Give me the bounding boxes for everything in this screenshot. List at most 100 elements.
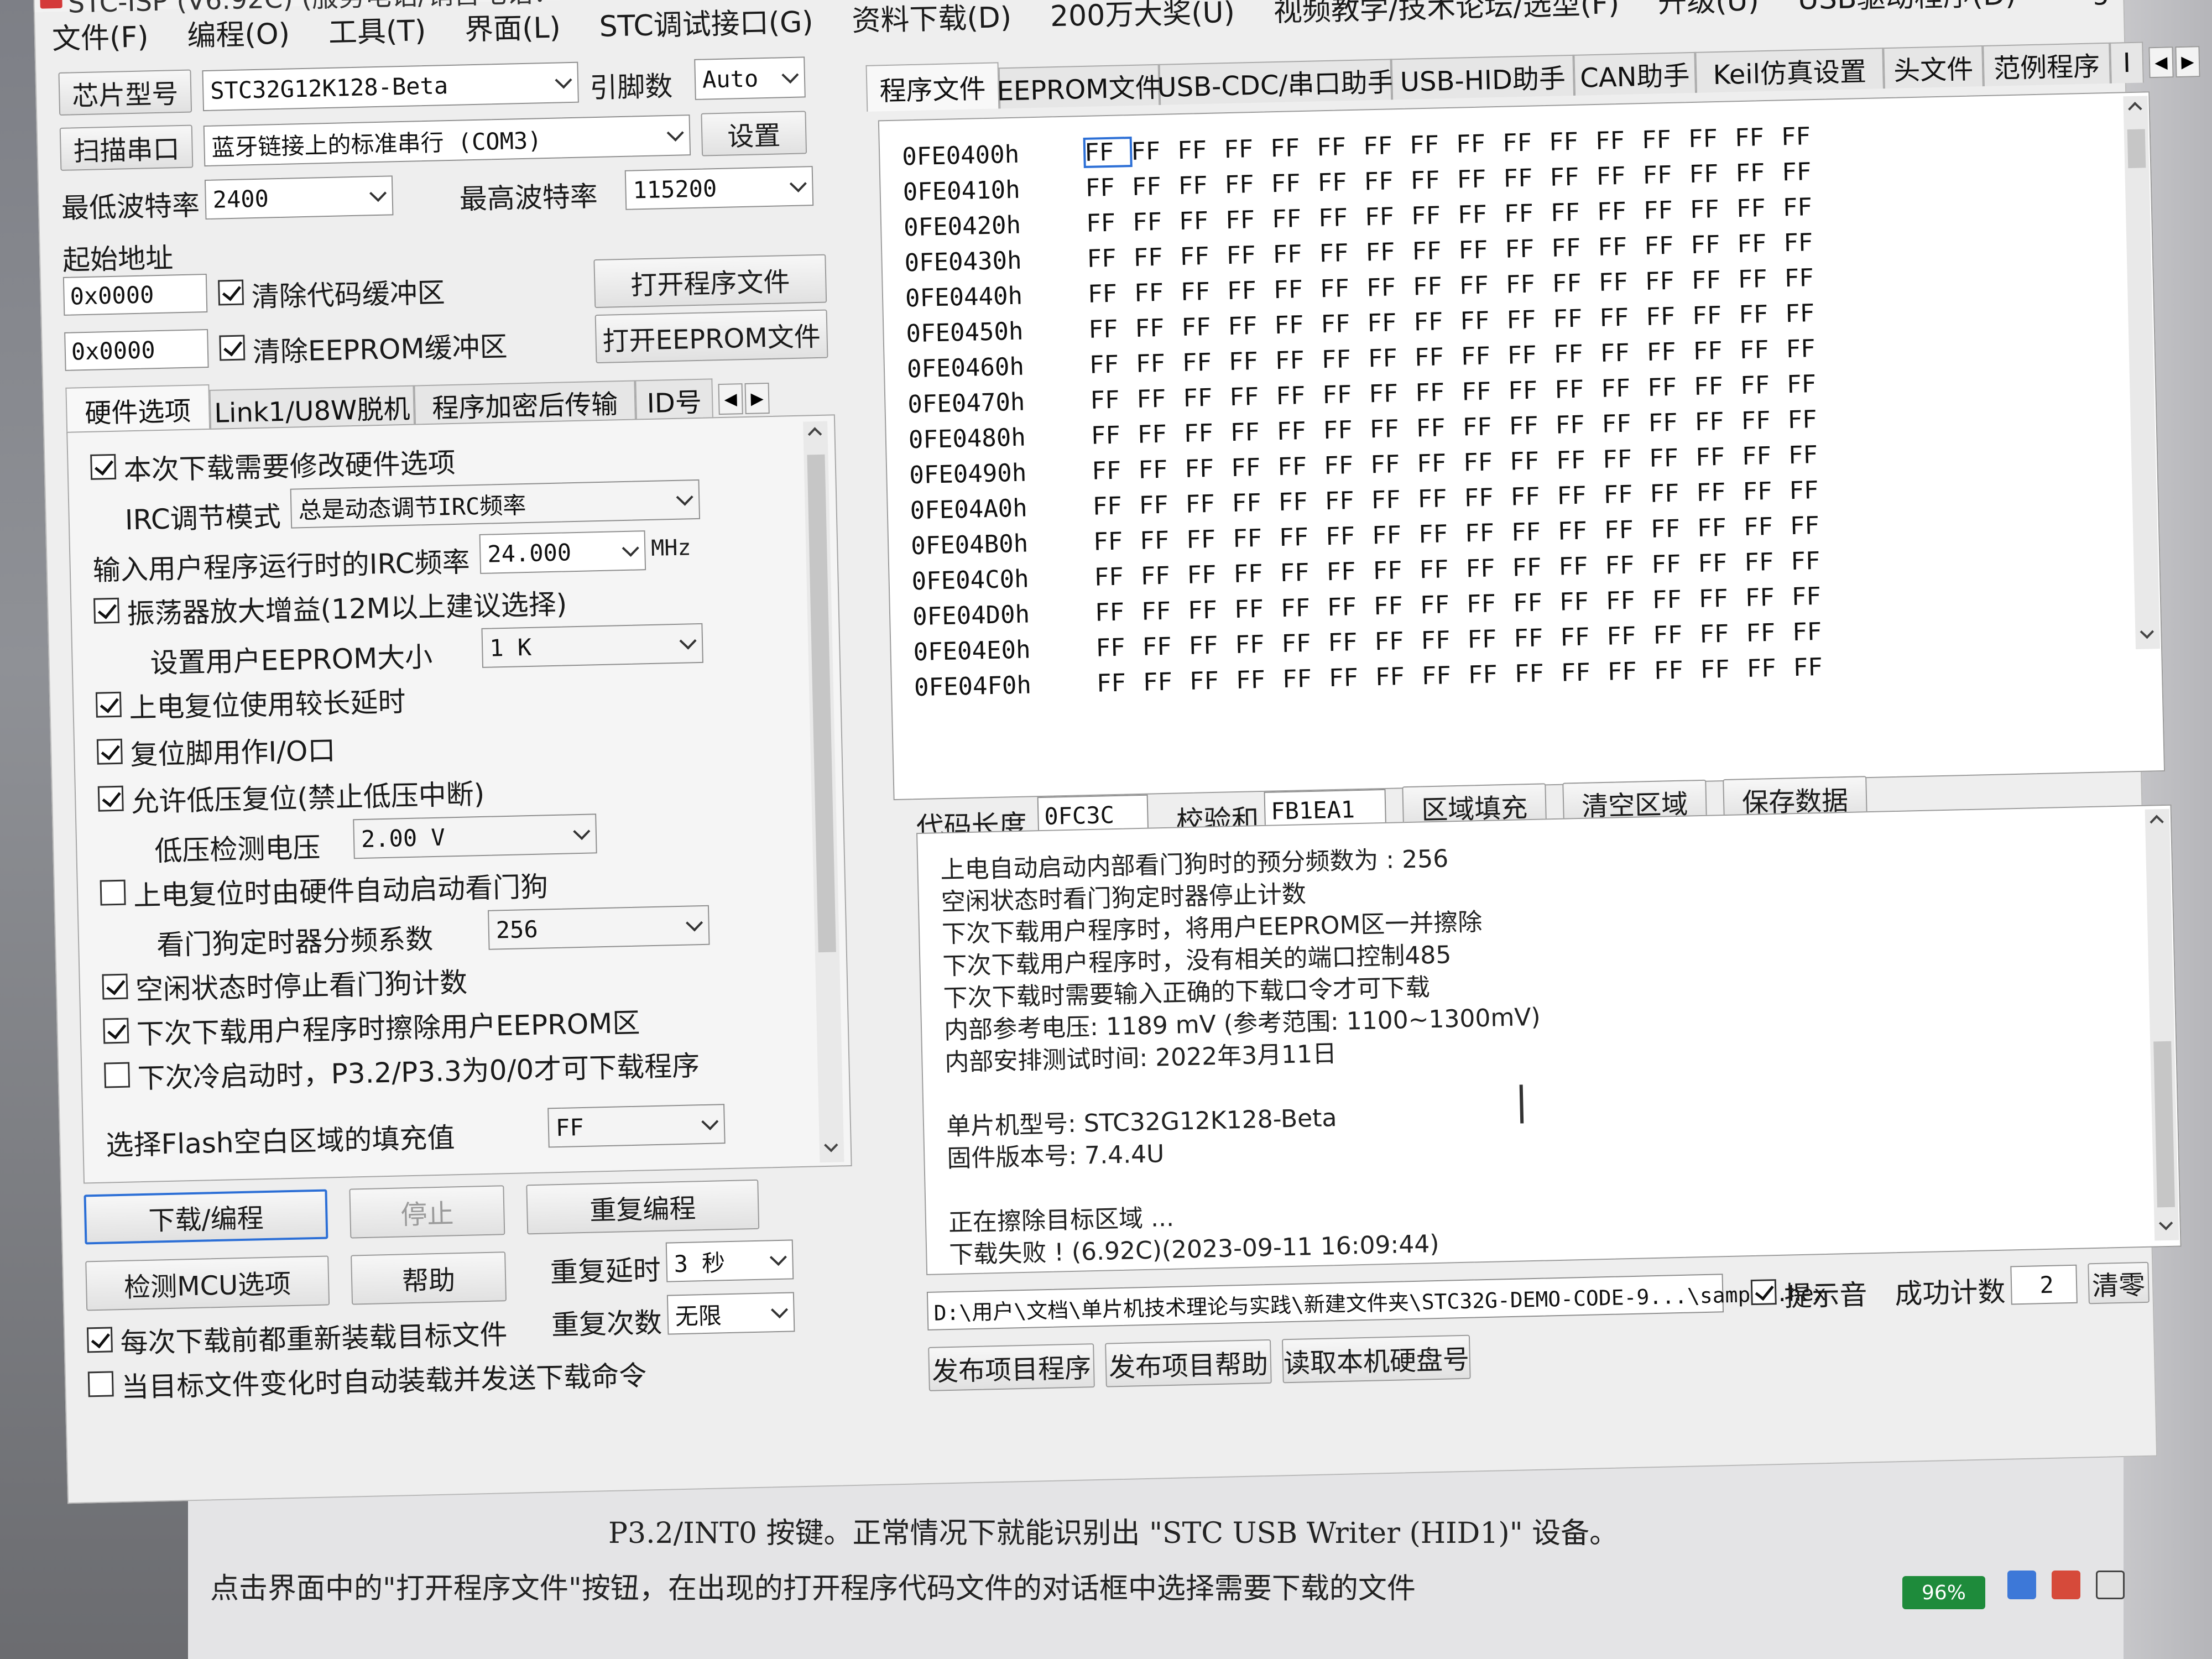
hex-byte[interactable]: FF xyxy=(1653,620,1700,650)
hex-byte[interactable]: FF xyxy=(1648,408,1695,437)
hex-byte[interactable]: FF xyxy=(1741,406,1788,435)
hex-byte[interactable]: FF xyxy=(1140,526,1187,555)
hex-byte[interactable]: FF xyxy=(1093,527,1140,556)
hex-byte[interactable]: FF xyxy=(1188,631,1235,660)
hex-byte[interactable]: FF xyxy=(1364,167,1411,196)
scroll-down-icon[interactable] xyxy=(2158,1216,2173,1230)
menu-item[interactable]: 200万大奖(U) xyxy=(1050,0,1235,34)
hex-byte[interactable]: FF xyxy=(1650,514,1697,544)
hex-byte[interactable]: FF xyxy=(1460,342,1507,371)
hex-byte[interactable]: FF xyxy=(1503,164,1550,193)
hex-byte[interactable]: FF xyxy=(1510,447,1557,476)
tab-scroll-left-icon[interactable]: ◀ xyxy=(2148,46,2174,79)
hex-byte[interactable]: FF xyxy=(1699,619,1746,649)
check-mcu-options-button[interactable]: 检测MCU选项 xyxy=(85,1255,330,1311)
hex-byte[interactable]: FF xyxy=(1095,598,1142,627)
hex-byte[interactable]: FF xyxy=(1514,624,1561,653)
hex-byte[interactable]: FF xyxy=(1230,418,1277,447)
hex-byte[interactable]: FF xyxy=(1181,312,1228,342)
hex-byte[interactable]: FF xyxy=(1369,414,1416,444)
scroll-up-icon[interactable] xyxy=(807,427,822,441)
menu-item[interactable]: STC调试接口(G) xyxy=(599,0,814,44)
hex-byte[interactable]: FF xyxy=(1367,309,1414,337)
hex-byte[interactable]: FF xyxy=(1646,302,1693,331)
right-tab[interactable]: USB-HID助手 xyxy=(1391,54,1575,100)
tab-scroll-right-icon[interactable]: ▶ xyxy=(2175,46,2200,78)
hex-byte[interactable]: FF xyxy=(1462,413,1509,441)
scroll-up-icon[interactable] xyxy=(2128,102,2142,116)
irc-mode-select[interactable]: 总是动态调节IRC频率 xyxy=(290,479,701,529)
menu-item[interactable]: 文件(F) xyxy=(51,13,149,57)
hex-byte[interactable]: FF xyxy=(1507,341,1554,369)
long-reset-delay-checkbox[interactable] xyxy=(95,691,122,718)
hex-byte[interactable]: FF xyxy=(1791,582,1838,611)
hex-byte[interactable]: FF xyxy=(1282,664,1329,693)
hex-byte[interactable]: FF xyxy=(1790,511,1837,540)
hex-byte[interactable]: FF xyxy=(1550,198,1597,227)
hex-byte[interactable]: FF xyxy=(1227,276,1274,305)
hex-byte[interactable]: FF xyxy=(1187,596,1234,625)
display-icon[interactable] xyxy=(2096,1571,2125,1599)
hex-byte[interactable]: FF xyxy=(1412,272,1459,301)
hex-byte[interactable]: FF xyxy=(1094,562,1141,592)
hex-byte[interactable]: FF xyxy=(1791,546,1838,576)
hex-byte[interactable]: FF xyxy=(1743,512,1790,541)
hex-byte[interactable]: FF xyxy=(1412,237,1459,265)
hex-byte[interactable]: FF xyxy=(1692,301,1739,330)
right-tab[interactable]: EEPROM文件 xyxy=(997,64,1162,109)
hex-byte[interactable]: FF xyxy=(1088,315,1135,344)
hex-byte[interactable]: FF xyxy=(1327,592,1374,622)
hex-byte[interactable]: FF xyxy=(1326,521,1373,551)
hex-byte[interactable]: FF xyxy=(1739,300,1786,329)
hex-byte[interactable]: FF xyxy=(1180,242,1227,271)
hex-byte[interactable]: FF xyxy=(1276,381,1323,410)
hex-byte[interactable]: FF xyxy=(1185,454,1232,483)
hex-byte[interactable]: FF xyxy=(1642,160,1689,190)
hex-byte[interactable]: FF xyxy=(1514,659,1561,688)
scrollbar-thumb[interactable] xyxy=(807,454,836,953)
hex-byte[interactable]: FF xyxy=(1413,307,1460,336)
help-button[interactable]: 帮助 xyxy=(351,1251,507,1305)
watchdog-prescaler-select[interactable]: 256 xyxy=(488,905,710,950)
menu-item[interactable]: 视频教学/技术论坛/选型(F) xyxy=(1273,0,1620,29)
hex-byte[interactable]: FF xyxy=(1457,200,1504,229)
chip-model-button[interactable]: 芯片型号 xyxy=(58,69,192,116)
hex-byte[interactable]: FF xyxy=(1373,591,1420,620)
hex-byte[interactable]: FF xyxy=(1270,133,1317,163)
hex-byte[interactable]: FF xyxy=(1136,384,1183,414)
hex-byte[interactable]: FF xyxy=(1550,163,1597,192)
hex-byte[interactable]: FF xyxy=(1604,515,1651,545)
hex-byte[interactable]: FF xyxy=(1092,492,1139,521)
clear-code-buffer-checkbox[interactable] xyxy=(218,279,244,306)
hex-byte[interactable]: FF xyxy=(1653,656,1700,685)
download-program-button[interactable]: 下载/编程 xyxy=(84,1189,328,1245)
hex-byte[interactable]: FF xyxy=(1463,448,1510,477)
code-start-address-input[interactable]: 0x0000 xyxy=(62,274,208,316)
hex-byte[interactable]: FF xyxy=(1740,371,1787,400)
hex-byte[interactable]: FF xyxy=(1788,440,1835,469)
hex-byte[interactable]: FF xyxy=(1697,513,1744,542)
scan-port-button[interactable]: 扫描串口 xyxy=(59,124,194,171)
hex-byte[interactable]: FF xyxy=(1326,557,1373,586)
publish-project-help-button[interactable]: 发布项目帮助 xyxy=(1105,1339,1272,1387)
hex-byte[interactable]: FF xyxy=(1465,554,1512,583)
hex-byte[interactable]: FF xyxy=(1650,479,1697,508)
hex-byte[interactable]: FF xyxy=(1178,206,1225,236)
hex-byte[interactable]: FF xyxy=(1373,556,1420,585)
hex-byte[interactable]: FF xyxy=(1317,168,1364,197)
hex-byte[interactable]: FF xyxy=(1600,338,1647,368)
hex-byte[interactable]: FF xyxy=(1510,482,1557,511)
hex-byte[interactable]: FF xyxy=(1598,268,1645,297)
hex-byte[interactable]: FF xyxy=(1141,597,1188,626)
hex-byte[interactable]: FF xyxy=(1553,340,1600,369)
hex-byte[interactable]: FF xyxy=(1745,583,1792,612)
hex-byte[interactable]: FF xyxy=(1409,131,1456,159)
hex-byte[interactable]: FF xyxy=(1739,335,1786,364)
osc-gain-checkbox[interactable] xyxy=(93,597,120,624)
hex-byte[interactable]: FF xyxy=(1322,380,1369,409)
hex-byte[interactable]: FF xyxy=(1365,238,1412,267)
auto-send-checkbox[interactable] xyxy=(87,1371,114,1397)
irc-frequency-select[interactable]: 24.000 xyxy=(479,530,646,574)
hex-byte[interactable]: FF xyxy=(1318,203,1365,232)
reset-pin-io-checkbox[interactable] xyxy=(96,738,123,765)
